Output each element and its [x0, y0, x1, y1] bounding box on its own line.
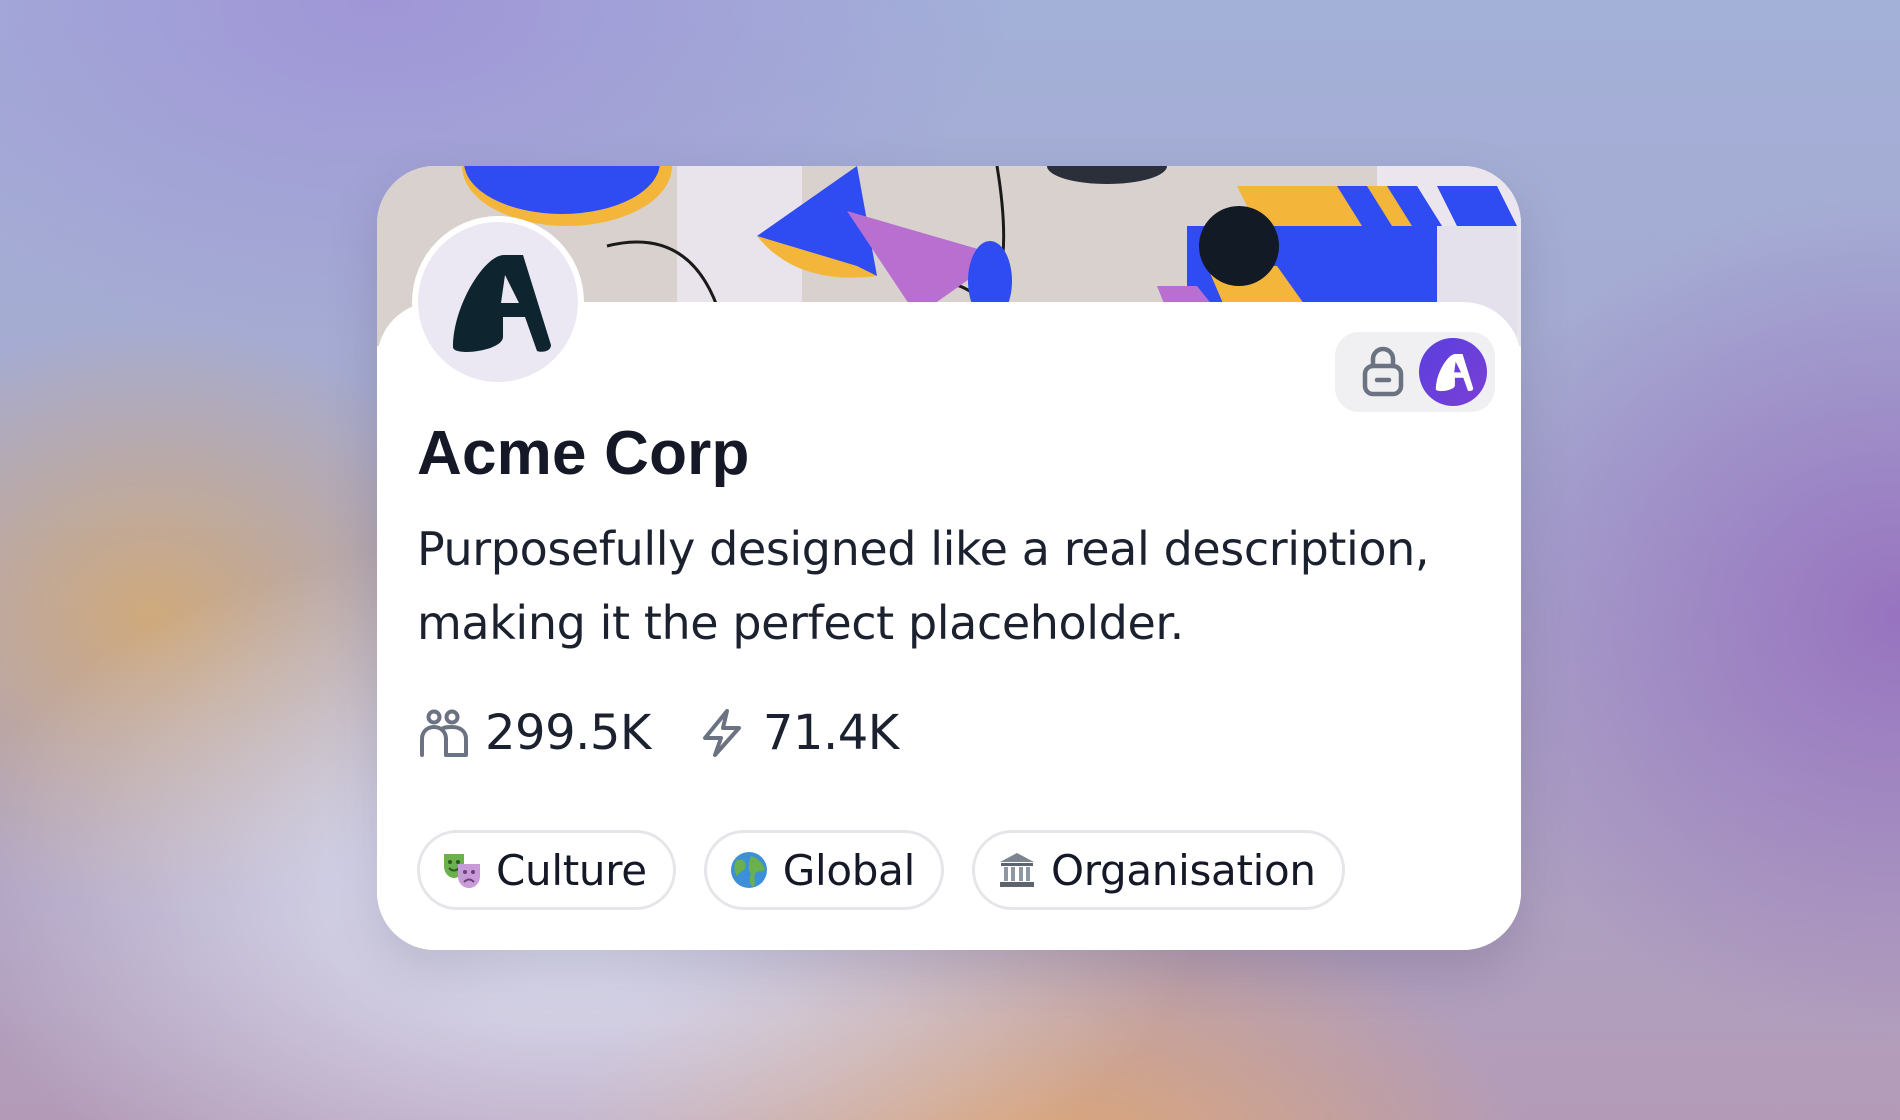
tag-culture[interactable]: Culture [417, 830, 676, 910]
card-description: Purposefully designed like a real descri… [417, 522, 1430, 650]
stat-activity: 71.4K [695, 705, 899, 761]
stat-members-value: 299.5K [485, 705, 651, 761]
tag-label: Organisation [1050, 845, 1316, 895]
globe-icon [729, 850, 769, 890]
avatar[interactable] [412, 216, 584, 388]
tag-global[interactable]: Global [703, 830, 944, 910]
theater-masks-icon [442, 850, 482, 890]
community-card[interactable]: Acme Corp Purposefully designed like a r… [377, 166, 1521, 950]
page-title: Acme Corp [417, 419, 750, 488]
badge-group [1335, 332, 1495, 412]
tag-label: Global [782, 845, 915, 895]
members-icon [417, 706, 471, 760]
acme-logo-icon [418, 222, 578, 382]
tag-label: Culture [496, 845, 647, 895]
stat-members: 299.5K [417, 705, 651, 761]
tag-list: Culture Global Organisation [417, 830, 1373, 910]
tag-organisation[interactable]: Organisation [971, 830, 1345, 910]
lightning-icon [695, 706, 749, 760]
acme-mini-logo-icon[interactable] [1419, 338, 1487, 406]
classical-building-icon [997, 850, 1037, 890]
stat-activity-value: 71.4K [762, 705, 899, 761]
stats-row: 299.5K 71.4K [417, 698, 943, 768]
lock-icon[interactable] [1353, 342, 1413, 402]
